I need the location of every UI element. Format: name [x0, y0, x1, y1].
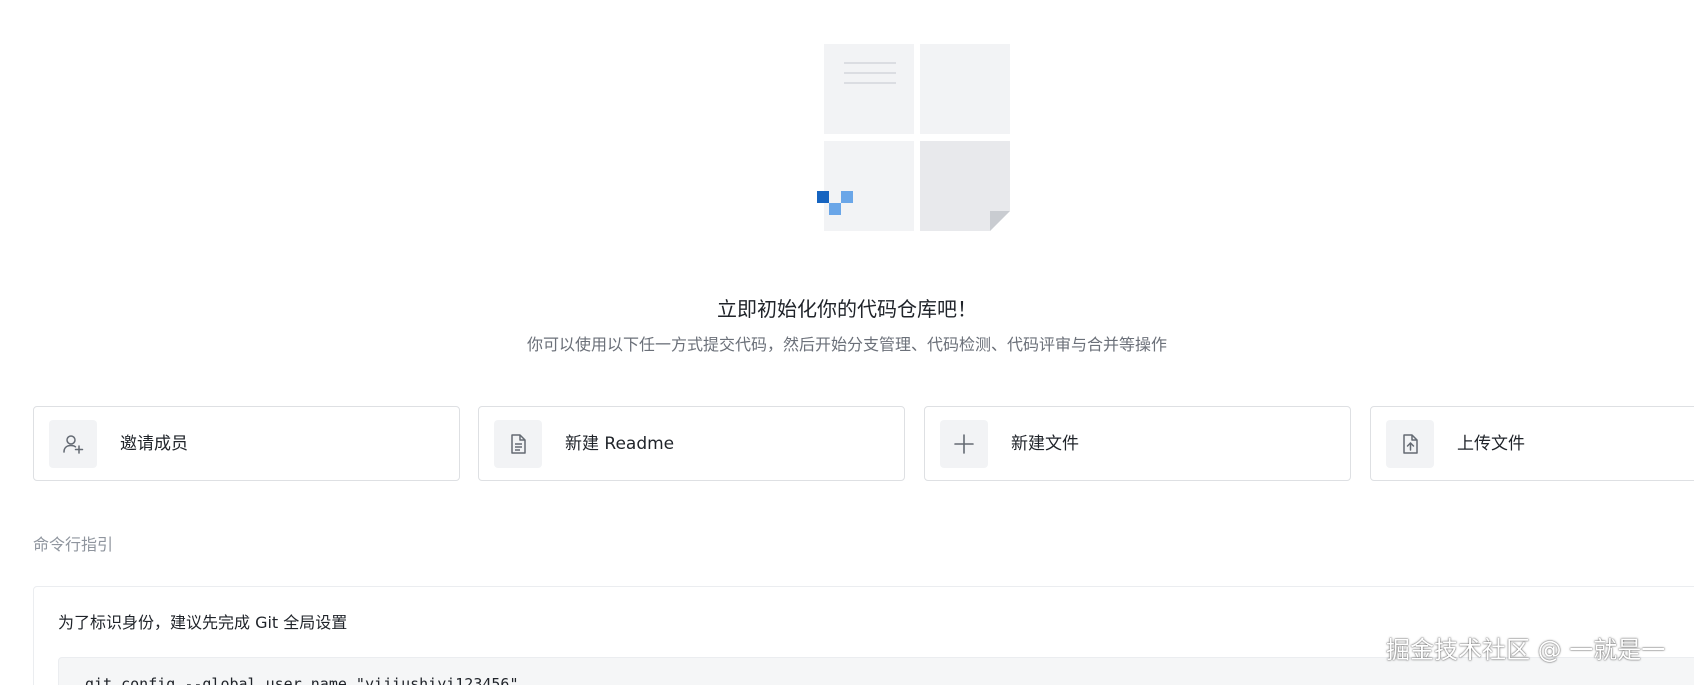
invite-members-card[interactable]: 邀请成员	[33, 406, 460, 481]
git-config-command: git config --global user.name "yijiushiy…	[85, 675, 519, 685]
new-file-card[interactable]: 新建文件	[924, 406, 1351, 481]
invite-members-label: 邀请成员	[120, 434, 188, 454]
new-file-label: 新建文件	[1011, 434, 1079, 454]
new-readme-label: 新建 Readme	[565, 434, 675, 454]
cli-guide-heading: 命令行指引	[33, 535, 114, 554]
upload-file-card[interactable]: 上传文件	[1370, 406, 1694, 481]
document-grid-illustration	[817, 44, 1010, 231]
upload-file-label: 上传文件	[1457, 434, 1525, 454]
empty-repo-illustration	[810, 40, 1015, 240]
git-setup-step-title: 为了标识身份，建议先完成 Git 全局设置	[58, 613, 348, 632]
empty-state-subtitle: 你可以使用以下任一方式提交代码，然后开始分支管理、代码检测、代码评审与合并等操作	[526, 335, 1167, 354]
repository-empty-page: 立即初始化你的代码仓库吧！ 你可以使用以下任一方式提交代码，然后开始分支管理、代…	[0, 0, 1694, 685]
watermark: 掘金技术社区 @ 一就是一	[1386, 636, 1666, 664]
new-readme-card[interactable]: 新建 Readme	[478, 406, 905, 481]
empty-state-title: 立即初始化你的代码仓库吧！	[717, 297, 977, 321]
upload-file-icon	[1386, 420, 1434, 468]
document-icon	[494, 420, 542, 468]
add-user-icon	[49, 420, 97, 468]
plus-icon	[940, 420, 988, 468]
